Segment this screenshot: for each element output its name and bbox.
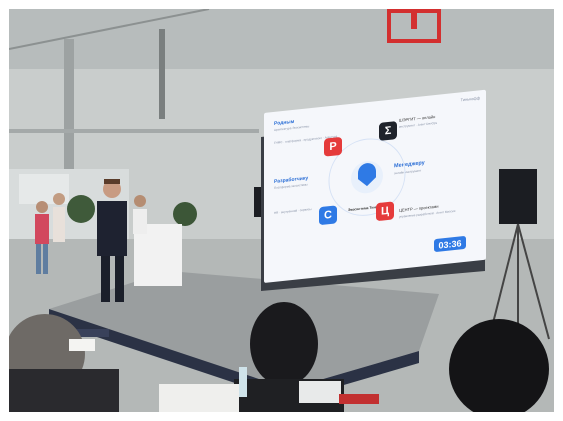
- plant: [67, 195, 95, 223]
- presentation-screen: Тинькофф Родным Архитектура Экосистемы Г…: [264, 89, 486, 283]
- brand-label: Тинькофф: [460, 95, 480, 103]
- red-c-app-icon: Ц: [376, 201, 394, 222]
- ceiling: [9, 9, 554, 69]
- audience-head: [250, 302, 318, 386]
- loudspeaker: [499, 169, 537, 224]
- photo-frame: Тинькофф Родным Архитектура Экосистемы Г…: [9, 9, 554, 412]
- speaker-body: [97, 201, 127, 256]
- blue-app-icon: С: [319, 205, 337, 226]
- plant: [173, 202, 197, 226]
- left-bot-lines: HR · внутренний · сервисы: [274, 207, 312, 215]
- red-app-icon: Р: [324, 136, 342, 157]
- left-mid-sub: Платформа экосистемы: [274, 182, 308, 190]
- dark-app-icon: Σ: [379, 121, 397, 141]
- timer-badge: 03:36: [434, 235, 466, 253]
